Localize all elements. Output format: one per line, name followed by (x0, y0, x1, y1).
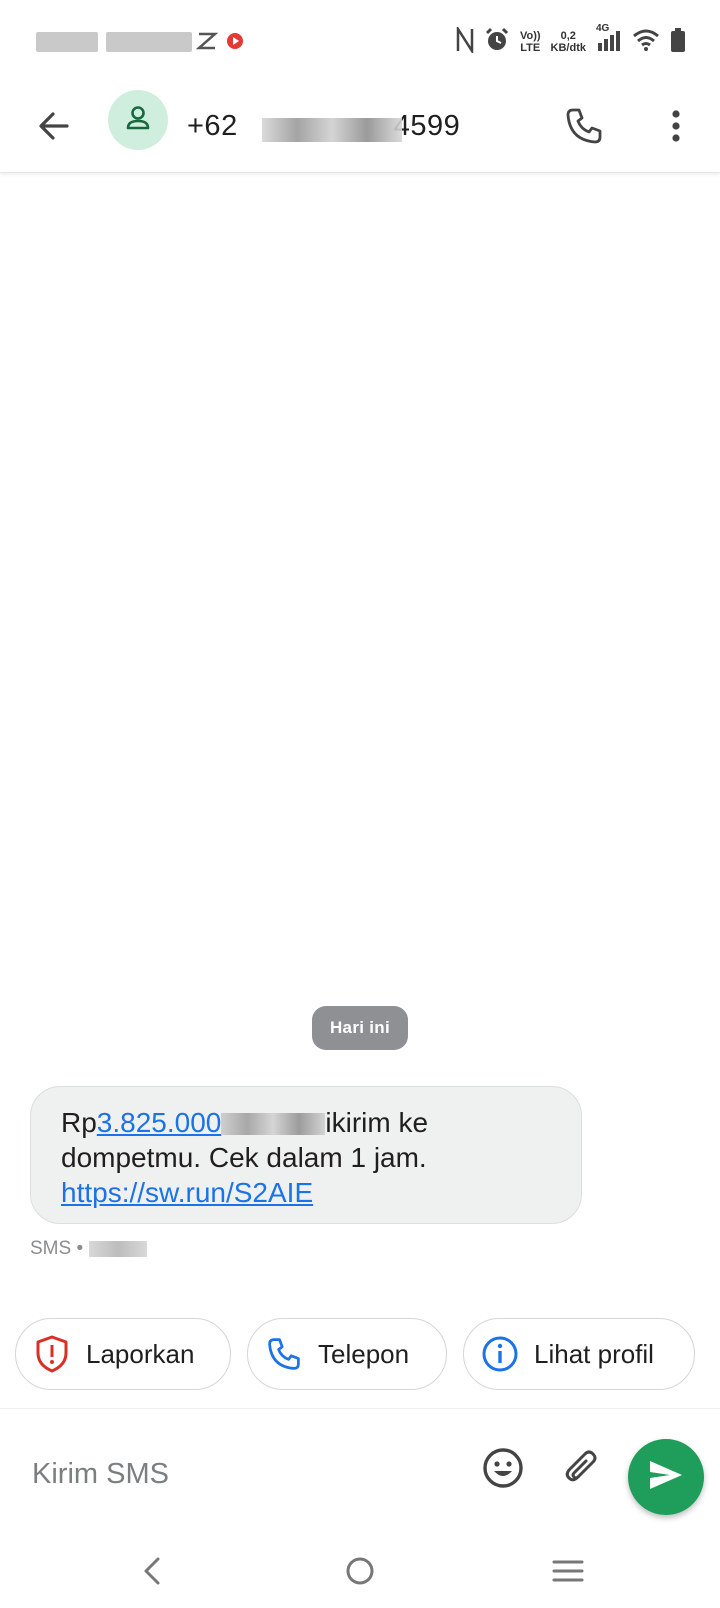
status-bar: Vo)) LTE 0,2 KB/dtk 4G (0, 0, 720, 84)
nav-back-icon (140, 1555, 164, 1592)
back-button[interactable] (28, 102, 80, 154)
message-meta: SMS • (30, 1238, 148, 1260)
message-prefix: Rp (61, 1107, 97, 1138)
wifi-icon (632, 28, 660, 57)
nav-home-button[interactable] (330, 1548, 390, 1598)
volte-indicator: Vo)) LTE (520, 30, 541, 54)
info-icon (480, 1334, 520, 1374)
conversation-header: +62 4599 (0, 84, 720, 173)
report-chip-label: Laporkan (86, 1338, 195, 1369)
nfc-icon (456, 24, 474, 58)
report-chip[interactable]: Laporkan (15, 1318, 231, 1390)
back-arrow-icon (37, 109, 71, 148)
youtube-notification-icon (226, 32, 244, 55)
message-bubble[interactable]: Rp3.825.000 ikirim ke dompetmu. Cek dalam… (30, 1086, 582, 1224)
send-icon (648, 1459, 684, 1496)
message-line2: dompetmu. Cek dalam 1 jam. (61, 1142, 427, 1173)
nav-menu-button[interactable] (538, 1548, 598, 1598)
phone-icon (564, 106, 604, 151)
more-options-button[interactable] (648, 100, 704, 156)
message-redacted (221, 1113, 326, 1135)
contact-number-redacted (262, 118, 402, 142)
view-profile-chip[interactable]: Lihat profil (463, 1318, 695, 1390)
person-icon (124, 104, 152, 137)
amount-link[interactable]: 3.825.000 (97, 1107, 222, 1138)
message-time-redacted (89, 1241, 148, 1257)
more-vert-icon (671, 109, 681, 148)
contact-number-suffix: 4599 (393, 110, 461, 142)
view-profile-chip-label: Lihat profil (534, 1338, 654, 1369)
speed-unit: KB/dtk (550, 42, 586, 54)
network-speed: 0,2 KB/dtk (551, 30, 586, 54)
volte-top: Vo)) (519, 30, 541, 42)
status-date-blurred (106, 32, 192, 52)
emoji-button[interactable] (478, 1445, 528, 1495)
call-button[interactable] (556, 100, 612, 156)
phone-icon (264, 1334, 304, 1374)
contact-avatar[interactable] (108, 90, 168, 150)
emoji-icon (482, 1447, 524, 1494)
attachment-button[interactable] (556, 1445, 606, 1495)
call-chip-label: Telepon (318, 1338, 410, 1369)
attachment-icon (561, 1448, 601, 1493)
nav-home-icon (344, 1555, 376, 1592)
battery-icon (670, 27, 686, 58)
signal-icon: 4G (596, 23, 622, 58)
date-divider: Hari ini (312, 1006, 408, 1050)
message-url-link[interactable]: https://sw.run/S2AIE (61, 1177, 313, 1208)
nav-menu-icon (552, 1558, 584, 1589)
network-type: 4G (596, 22, 610, 34)
alarm-icon (484, 27, 510, 58)
message-line1-rest: ikirim ke (325, 1107, 429, 1138)
status-time-blurred (36, 32, 98, 52)
call-chip[interactable]: Telepon (247, 1318, 447, 1390)
report-shield-icon (32, 1334, 72, 1374)
system-nav-bar (0, 1538, 720, 1608)
message-type-label: SMS • (30, 1238, 84, 1259)
notification-icon (195, 30, 219, 57)
status-icons-right: Vo)) LTE 0,2 KB/dtk 4G (456, 23, 686, 58)
volte-bottom: LTE (520, 42, 541, 54)
message-input[interactable] (30, 1445, 454, 1503)
nav-back-button[interactable] (122, 1548, 182, 1598)
speed-value: 0,2 (560, 30, 576, 42)
contact-number-prefix: +62 (187, 110, 238, 142)
compose-bar (0, 1408, 720, 1539)
send-button[interactable] (628, 1439, 704, 1515)
